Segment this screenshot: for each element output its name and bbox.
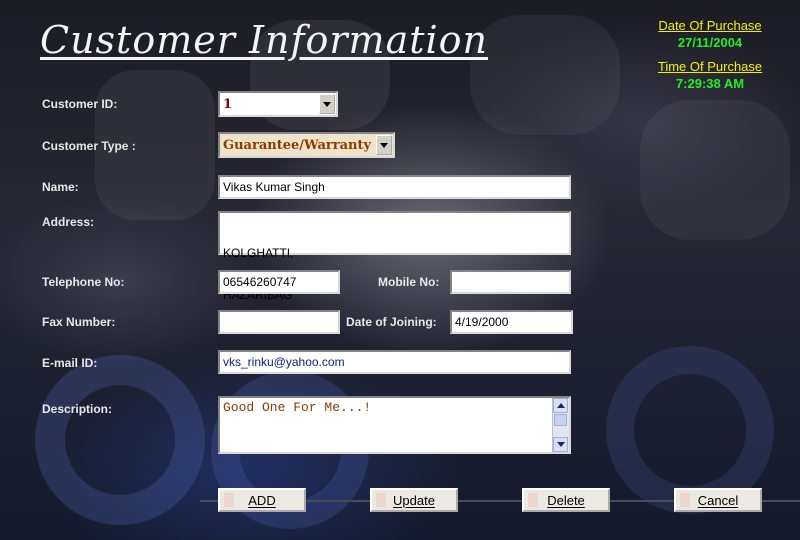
email-label: E-mail ID: bbox=[42, 356, 98, 370]
date-of-joining-label: Date of Joining: bbox=[346, 315, 437, 329]
description-label: Description: bbox=[42, 402, 113, 416]
customer-type-select[interactable]: Guarantee/Warranty bbox=[218, 132, 395, 158]
telephone-input[interactable]: 06546260747 bbox=[218, 270, 340, 294]
customer-id-select[interactable]: 1 bbox=[218, 91, 338, 117]
address-input[interactable]: KOLGHATTI, HAZARIBAG bbox=[218, 211, 571, 302]
cancel-button[interactable]: Cancel bbox=[674, 488, 762, 512]
date-of-joining-input[interactable]: 4/19/2000 bbox=[450, 310, 573, 334]
customer-id-value: 1 bbox=[223, 96, 233, 112]
address-line-1: KOLGHATTI, bbox=[223, 246, 294, 260]
time-of-purchase-value: 7:29:38 AM bbox=[675, 76, 745, 91]
mobile-input[interactable] bbox=[450, 270, 571, 294]
fax-label: Fax Number: bbox=[42, 315, 116, 329]
address-label: Address: bbox=[42, 215, 95, 229]
delete-button[interactable]: Delete bbox=[522, 488, 610, 512]
date-of-purchase-value: 27/11/2004 bbox=[677, 35, 743, 50]
email-input[interactable]: vks_rinku@yahoo.com bbox=[218, 350, 571, 374]
customer-type-value: Guarantee/Warranty bbox=[223, 137, 372, 153]
arrow-down-icon[interactable] bbox=[553, 437, 568, 452]
customer-id-label: Customer ID: bbox=[42, 97, 118, 111]
time-of-purchase-label: Time Of Purchase bbox=[657, 59, 763, 74]
description-scrollbar[interactable] bbox=[552, 398, 569, 452]
name-input[interactable]: Vikas Kumar Singh bbox=[218, 175, 571, 199]
date-of-purchase-label: Date Of Purchase bbox=[658, 18, 762, 33]
page-title: Customer Information bbox=[40, 18, 489, 62]
mobile-label: Mobile No: bbox=[378, 275, 440, 289]
update-button[interactable]: Update bbox=[370, 488, 458, 512]
name-label: Name: bbox=[42, 180, 79, 194]
telephone-label: Telephone No: bbox=[42, 275, 125, 289]
arrow-up-icon[interactable] bbox=[553, 398, 568, 413]
description-textarea[interactable]: Good One For Me...! bbox=[218, 396, 571, 454]
chevron-down-icon[interactable] bbox=[319, 94, 335, 114]
fax-input[interactable] bbox=[218, 310, 340, 334]
add-button[interactable]: ADD bbox=[218, 488, 306, 512]
chevron-down-icon[interactable] bbox=[376, 135, 392, 155]
scroll-thumb[interactable] bbox=[554, 414, 567, 426]
description-text: Good One For Me...! bbox=[223, 400, 372, 415]
customer-type-label: Customer Type : bbox=[42, 139, 136, 153]
